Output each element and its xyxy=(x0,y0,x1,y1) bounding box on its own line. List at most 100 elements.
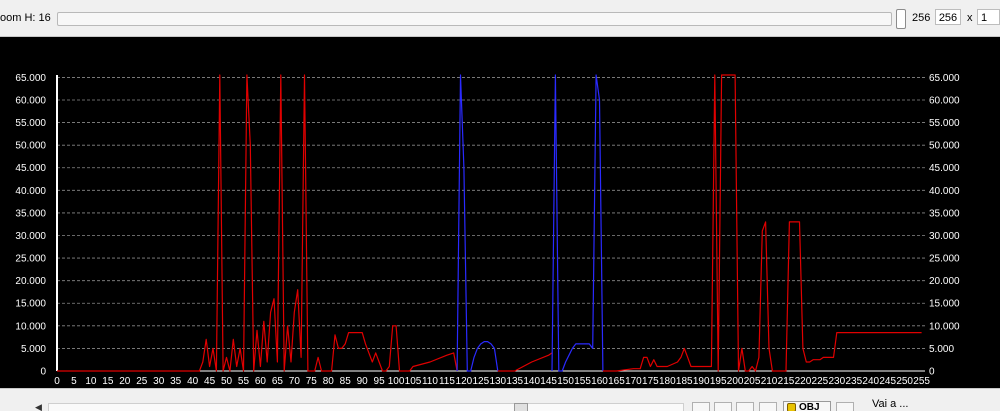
zoom-h-label: oom H: 16 xyxy=(0,12,51,24)
zoom-slider-value: 256 xyxy=(912,12,931,24)
x-tick-label: 30 xyxy=(153,376,165,387)
app-window: { "toolbar": { "zoom_label": "oom H: 16"… xyxy=(0,0,1000,411)
series-line-4 xyxy=(551,74,604,372)
x-tick-label: 95 xyxy=(374,376,386,387)
x-tick-label: 80 xyxy=(323,376,335,387)
x-tick-label: 155 xyxy=(574,376,591,387)
x-tick-label: 235 xyxy=(845,376,862,387)
y-tick-label-right: 65.000 xyxy=(929,73,960,84)
x-tick-label: 50 xyxy=(221,376,233,387)
x-tick-label: 200 xyxy=(727,376,744,387)
status-bar: ◀ OBJ Vai a ... xyxy=(0,388,1000,411)
y-tick-label-left: 0 xyxy=(40,367,46,378)
series-line-3 xyxy=(497,352,553,372)
x-tick-label: 100 xyxy=(388,376,405,387)
y-tick-label-right: 40.000 xyxy=(929,186,960,197)
toolbar-button-5[interactable] xyxy=(836,402,854,411)
x-tick-label: 185 xyxy=(676,376,693,387)
y-tick-label-right: 55.000 xyxy=(929,118,960,129)
x-tick-label: 70 xyxy=(289,376,301,387)
x-tick-label: 145 xyxy=(540,376,557,387)
x-tick-label: 45 xyxy=(204,376,216,387)
x-tick-label: 190 xyxy=(693,376,710,387)
y-tick-label-left: 15.000 xyxy=(15,299,46,310)
x-tick-label: 5 xyxy=(71,376,77,387)
x-tick-label: 125 xyxy=(472,376,489,387)
x-tick-label: 150 xyxy=(557,376,574,387)
x-tick-label: 15 xyxy=(102,376,114,387)
obj-button[interactable]: OBJ xyxy=(783,401,831,411)
horizontal-scrollbar[interactable] xyxy=(48,403,684,411)
y-tick-label-left: 10.000 xyxy=(15,321,46,332)
x-tick-label: 140 xyxy=(523,376,540,387)
y-tick-label-right: 15.000 xyxy=(929,299,960,310)
toolbar-button-1[interactable] xyxy=(692,402,710,411)
x-tick-label: 130 xyxy=(489,376,506,387)
x-tick-label: 225 xyxy=(812,376,829,387)
x-tick-label: 35 xyxy=(170,376,182,387)
y-tick-label-right: 45.000 xyxy=(929,163,960,174)
toolbar: oom H: 16 256 256 x 1 xyxy=(0,0,1000,37)
x-tick-label: 55 xyxy=(238,376,250,387)
goto-label[interactable]: Vai a ... xyxy=(872,398,908,410)
y-tick-label-right: 50.000 xyxy=(929,141,960,152)
x-tick-label: 215 xyxy=(778,376,795,387)
y-tick-label-right: 25.000 xyxy=(929,254,960,265)
series-line-5 xyxy=(602,74,922,372)
toolbar-button-4[interactable] xyxy=(759,402,777,411)
y-tick-label-right: 10.000 xyxy=(929,321,960,332)
x-tick-label: 255 xyxy=(913,376,930,387)
series-line-1 xyxy=(57,74,458,372)
zoom-slider-track[interactable] xyxy=(57,12,892,26)
x-tick-label: 75 xyxy=(306,376,318,387)
y-tick-label-left: 35.000 xyxy=(15,208,46,219)
toolbar-button-3[interactable] xyxy=(736,402,754,411)
y-tick-label-left: 45.000 xyxy=(15,163,46,174)
y-tick-label-left: 30.000 xyxy=(15,231,46,242)
x-tick-label: 165 xyxy=(608,376,625,387)
x-tick-label: 20 xyxy=(119,376,131,387)
x-tick-label: 60 xyxy=(255,376,267,387)
x-tick-label: 40 xyxy=(187,376,199,387)
x-tick-label: 210 xyxy=(761,376,778,387)
scroll-left-arrow-icon[interactable]: ◀ xyxy=(35,403,45,411)
zoom-slider-thumb[interactable] xyxy=(896,9,906,29)
y-tick-label-right: 35.000 xyxy=(929,208,960,219)
y-tick-label-left: 50.000 xyxy=(15,141,46,152)
x-tick-label: 120 xyxy=(456,376,473,387)
x-tick-label: 195 xyxy=(710,376,727,387)
y-tick-label-left: 60.000 xyxy=(15,95,46,106)
x-tick-label: 135 xyxy=(506,376,523,387)
y-tick-label-right: 60.000 xyxy=(929,95,960,106)
x-tick-label: 205 xyxy=(744,376,761,387)
x-tick-label: 105 xyxy=(405,376,422,387)
x-tick-label: 10 xyxy=(85,376,97,387)
x-tick-label: 25 xyxy=(136,376,148,387)
lock-icon xyxy=(787,403,796,411)
x-tick-label: 170 xyxy=(625,376,642,387)
x-tick-label: 250 xyxy=(896,376,913,387)
chart-svg: 0 0 5.000 5.000 10.000 10.000 15.000 15.000 20.0… xyxy=(15,73,960,387)
toolbar-button-2[interactable] xyxy=(714,402,732,411)
y-tick-label-left: 55.000 xyxy=(15,118,46,129)
y-tick-label-right: 5.000 xyxy=(929,344,954,355)
x-tick-label: 85 xyxy=(340,376,352,387)
horizontal-scrollbar-thumb[interactable] xyxy=(514,403,528,411)
y-tick-label-right: 20.000 xyxy=(929,276,960,287)
x-tick-label: 245 xyxy=(879,376,896,387)
multiplier-input[interactable]: 1 xyxy=(977,9,1000,25)
x-tick-label: 160 xyxy=(591,376,608,387)
x-tick-label: 110 xyxy=(422,376,438,387)
x-tick-label: 175 xyxy=(642,376,659,387)
y-tick-label-left: 5.000 xyxy=(21,344,46,355)
multiplier-symbol: x xyxy=(967,12,973,24)
x-tick-label: 65 xyxy=(272,376,284,387)
range-input[interactable]: 256 xyxy=(935,9,961,25)
x-tick-label: 90 xyxy=(357,376,369,387)
x-tick-label: 230 xyxy=(829,376,846,387)
series-line-2 xyxy=(456,74,499,372)
x-tick-label: 240 xyxy=(862,376,879,387)
x-tick-label: 115 xyxy=(439,376,455,387)
obj-button-label: OBJ xyxy=(799,402,820,411)
x-tick-label: 220 xyxy=(795,376,812,387)
